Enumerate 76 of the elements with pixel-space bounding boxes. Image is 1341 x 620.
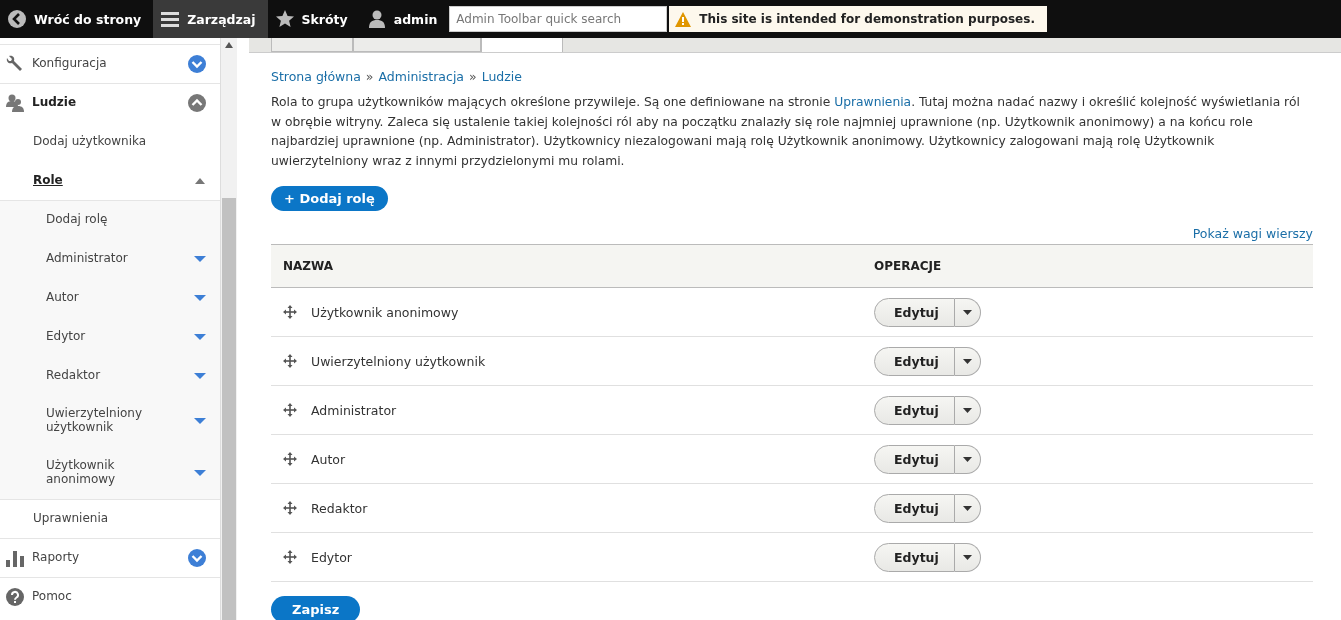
dropdown-toggle[interactable] <box>955 297 981 327</box>
notice-text: This site is intended for demonstration purposes. <box>699 12 1035 26</box>
drag-handle-icon[interactable] <box>283 305 297 319</box>
column-header: OPERACJE <box>862 244 1313 288</box>
dropdown-toggle[interactable] <box>955 395 981 425</box>
expand-icon[interactable] <box>188 549 206 567</box>
caret-icon <box>963 358 972 364</box>
user-icon <box>367 10 386 28</box>
drag-handle-icon[interactable] <box>283 550 297 564</box>
edit-button[interactable]: Edytuj <box>874 542 955 572</box>
warning-icon <box>675 11 692 27</box>
dropdown-toggle[interactable] <box>955 493 981 523</box>
drag-handle-icon[interactable] <box>283 354 297 368</box>
expand-caret-icon[interactable] <box>194 254 206 263</box>
breadcrumb-separator: » <box>469 69 477 84</box>
drag-handle-icon[interactable] <box>283 403 297 417</box>
caret-icon <box>963 309 972 315</box>
role-name: Edytor <box>311 549 352 565</box>
people-icon <box>6 94 24 112</box>
breadcrumb-link[interactable]: Strona główna <box>271 69 361 84</box>
menu-item[interactable]: Dodaj użytkownika <box>33 134 206 149</box>
caret-icon <box>963 554 972 560</box>
scrollbar[interactable] <box>221 38 237 620</box>
description-text: Rola to grupa użytkowników mających określone przywileje. Są one definiowane na stronie Uprawnienia. Tutaj można nadać nazwy i określić kolejność wyświetlania ról w obrębie witryny. Zaleca się ustalenie takiej kolejności ról aby na początku znalazły się role najmniej uprawnione (np. Użytkownik anonimowy) a na końcu role najbardziej uprawnione (np. Administrator). Użytkownicy niezalogowani mają rolę Użytkownik anonimowy. Użytkownicy zalogowani mają rolę Użytkownik uwierzytelniony wraz z innymi przydzielonymi mu rolami. <box>271 94 1301 170</box>
toolbar-tab[interactable]: Zarządzaj <box>153 0 268 38</box>
caret-icon <box>963 407 972 413</box>
menu-icon <box>161 10 180 28</box>
menu-item[interactable]: Konfiguracja <box>32 57 180 71</box>
edit-button[interactable]: Edytuj <box>874 444 955 474</box>
column-header: NAZWA <box>271 244 862 288</box>
edit-button[interactable]: Edytuj <box>874 346 955 376</box>
help-icon <box>6 588 24 606</box>
save-button[interactable]: Zapisz <box>271 596 361 620</box>
bar-chart-icon <box>6 549 24 567</box>
menu-item[interactable]: Ludzie <box>32 96 180 110</box>
collapse-caret-icon[interactable] <box>194 176 206 185</box>
role-name: Redaktor <box>311 500 368 516</box>
edit-button[interactable]: Edytuj <box>874 395 955 425</box>
menu-item[interactable]: Raporty <box>32 551 180 565</box>
role-name: Autor <box>311 451 346 467</box>
wrench-icon <box>6 55 24 73</box>
breadcrumb-link[interactable]: Ludzie <box>481 69 522 84</box>
expand-caret-icon[interactable] <box>194 469 206 477</box>
expand-caret-icon[interactable] <box>194 371 206 380</box>
star-icon <box>275 10 294 28</box>
dropdown-toggle[interactable] <box>955 444 981 474</box>
expand-icon[interactable] <box>188 55 206 73</box>
role-name: Uwierzytelniony użytkownik <box>311 353 486 369</box>
scrollbar-thumb[interactable] <box>222 198 236 620</box>
toolbar-tab[interactable]: admin <box>359 0 450 38</box>
drag-handle-icon[interactable] <box>283 501 297 515</box>
role-name: Administrator <box>311 402 397 418</box>
toolbar-tab[interactable]: Wróć do strony <box>0 0 154 38</box>
toolbar-tab[interactable]: Skróty <box>267 0 360 38</box>
breadcrumb-link[interactable]: Administracja <box>378 69 465 84</box>
drag-handle-icon[interactable] <box>283 452 297 466</box>
expand-caret-icon[interactable] <box>194 417 206 425</box>
expand-caret-icon[interactable] <box>194 332 206 341</box>
show-weights-link[interactable]: Pokaż wagi wierszy <box>1192 226 1313 241</box>
search-field[interactable]: Admin Toolbar quick search <box>449 6 668 32</box>
scroll-up-icon[interactable] <box>225 42 233 48</box>
menu-item[interactable]: Role <box>33 173 186 188</box>
menu-item[interactable]: Uprawnienia <box>33 512 206 526</box>
dropdown-toggle[interactable] <box>955 542 981 572</box>
edit-button[interactable]: Edytuj <box>874 493 955 523</box>
caret-icon <box>963 505 972 511</box>
edit-button[interactable]: Edytuj <box>874 297 955 327</box>
menu-item[interactable]: Pomoc <box>32 590 206 604</box>
caret-icon <box>963 456 972 462</box>
collapse-icon[interactable] <box>188 94 206 112</box>
role-name: Użytkownik anonimowy <box>311 304 459 320</box>
add-role-button[interactable]: + Dodaj rolę <box>271 186 388 211</box>
breadcrumb-separator: » <box>365 69 374 84</box>
dropdown-toggle[interactable] <box>955 346 981 376</box>
expand-caret-icon[interactable] <box>194 293 206 302</box>
permissions-link[interactable]: Uprawnienia <box>834 95 912 109</box>
